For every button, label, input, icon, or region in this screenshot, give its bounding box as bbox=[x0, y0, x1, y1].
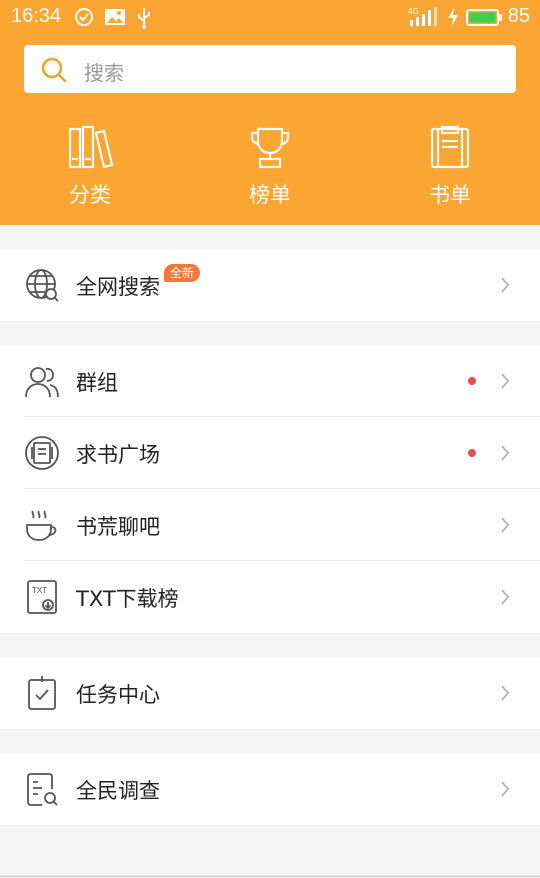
menu-group-2: 群组 求书广场 书荒聊吧 TXT TXT下载榜 bbox=[0, 345, 540, 633]
trophy-icon bbox=[210, 125, 330, 169]
search-icon bbox=[40, 56, 68, 88]
search-placeholder[interactable]: 搜索 bbox=[84, 57, 124, 86]
menu-item-survey[interactable]: 全民调查 bbox=[0, 753, 540, 825]
menu-item-label: TXT下载榜 bbox=[76, 587, 179, 611]
chevron-right-icon bbox=[500, 276, 510, 298]
new-badge: 全新 bbox=[164, 264, 201, 282]
menu-item-groups[interactable]: 群组 bbox=[0, 345, 540, 417]
book-request-icon bbox=[24, 435, 60, 471]
nav-booklist-label: 书单 bbox=[429, 183, 471, 207]
battery-icon bbox=[466, 9, 502, 31]
nav-category[interactable]: 分类 bbox=[30, 125, 150, 209]
chevron-right-icon bbox=[500, 780, 510, 802]
image-icon bbox=[104, 7, 126, 32]
signal-icon: 4G bbox=[408, 6, 438, 33]
txt-download-icon: TXT bbox=[24, 579, 60, 615]
network-type: 4G bbox=[408, 7, 419, 16]
menu-item-book-request[interactable]: 求书广场 bbox=[0, 417, 540, 489]
nav-ranking[interactable]: 榜单 bbox=[210, 125, 330, 209]
booklist-icon bbox=[390, 125, 510, 169]
usb-icon bbox=[136, 7, 152, 34]
chevron-right-icon bbox=[500, 588, 510, 610]
battery-level: 85 bbox=[507, 5, 530, 27]
chevron-right-icon bbox=[500, 516, 510, 538]
menu-item-txt-download[interactable]: TXT TXT下载榜 bbox=[0, 561, 540, 633]
menu-item-task-center[interactable]: 任务中心 bbox=[0, 657, 540, 729]
menu-group-4: 全民调查 bbox=[0, 753, 540, 825]
menu-item-label: 全网搜索 bbox=[76, 275, 160, 299]
search-bar[interactable]: 搜索 bbox=[24, 45, 516, 93]
chevron-right-icon bbox=[500, 372, 510, 394]
menu-group-3: 任务中心 bbox=[0, 657, 540, 729]
menu-item-book-chat[interactable]: 书荒聊吧 bbox=[0, 489, 540, 561]
notification-dot bbox=[468, 449, 476, 457]
globe-search-icon bbox=[24, 267, 60, 303]
coffee-icon bbox=[24, 507, 60, 543]
menu-group-1: 全网搜索 全新 bbox=[0, 249, 540, 321]
check-circle-icon bbox=[74, 7, 94, 32]
txt-icon-text: TXT bbox=[32, 586, 47, 595]
menu-item-label: 书荒聊吧 bbox=[76, 515, 160, 539]
nav-category-label: 分类 bbox=[69, 183, 111, 207]
notification-dot bbox=[468, 377, 476, 385]
chevron-right-icon bbox=[500, 684, 510, 706]
nav-booklist[interactable]: 书单 bbox=[390, 125, 510, 209]
menu-item-label: 任务中心 bbox=[76, 683, 160, 707]
status-time: 16:34 bbox=[11, 5, 62, 27]
menu-item-label: 群组 bbox=[76, 371, 118, 395]
header: 16:34 4G 85 搜索 分类 榜单 书单 bbox=[0, 0, 540, 225]
books-icon bbox=[30, 125, 150, 169]
nav-ranking-label: 榜单 bbox=[249, 183, 291, 207]
users-icon bbox=[24, 363, 60, 399]
chevron-right-icon bbox=[500, 444, 510, 466]
menu-item-label: 求书广场 bbox=[76, 443, 160, 467]
menu-item-label: 全民调查 bbox=[76, 779, 160, 803]
status-bar: 16:34 4G 85 bbox=[0, 0, 540, 34]
charging-icon bbox=[447, 7, 459, 32]
clipboard-check-icon bbox=[24, 675, 60, 711]
menu-item-web-search[interactable]: 全网搜索 全新 bbox=[0, 249, 540, 321]
survey-icon bbox=[24, 771, 60, 807]
